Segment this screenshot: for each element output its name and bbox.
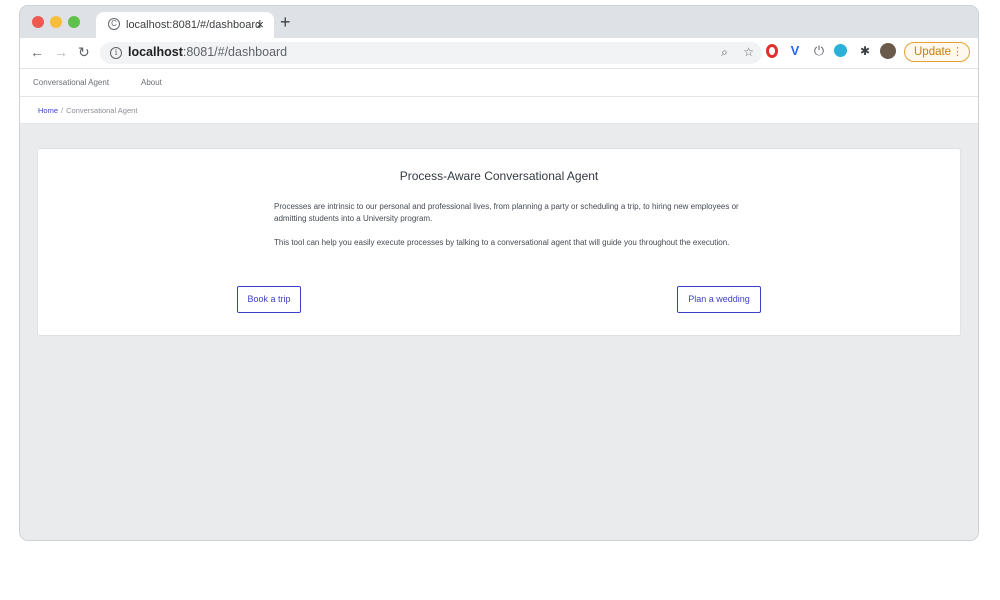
zoom-icon[interactable]: ⌕ bbox=[721, 45, 728, 59]
vivaldi-extension-icon[interactable]: V bbox=[788, 44, 802, 58]
plan-wedding-button[interactable]: Plan a wedding bbox=[677, 286, 761, 313]
blue-extension-icon[interactable] bbox=[834, 44, 847, 57]
reload-icon[interactable]: ↻ bbox=[78, 44, 90, 60]
tab-close-icon[interactable]: × bbox=[256, 17, 264, 32]
site-favicon-icon: C bbox=[108, 18, 120, 30]
browser-window: C localhost:8081/#/dashboard × + ← → ↻ i… bbox=[20, 6, 978, 540]
breadcrumb-bar: Home / Conversational Agent bbox=[20, 97, 978, 124]
new-tab-button[interactable]: + bbox=[280, 12, 291, 32]
opera-extension-icon[interactable] bbox=[766, 44, 778, 58]
nav-item-conversational-agent[interactable]: Conversational Agent bbox=[33, 78, 109, 87]
back-arrow-icon[interactable]: ← bbox=[30, 44, 44, 60]
forward-arrow-icon[interactable]: → bbox=[54, 44, 68, 60]
intro-paragraph-2: This tool can help you easily execute pr… bbox=[274, 238, 730, 247]
maximize-window-button[interactable] bbox=[68, 16, 80, 28]
site-info-icon[interactable]: i bbox=[110, 47, 122, 59]
address-bar[interactable]: i localhost:8081/#/dashboard ⌕ ☆ bbox=[100, 42, 762, 64]
breadcrumb-home-link[interactable]: Home bbox=[38, 106, 58, 115]
intro-paragraph-1: Processes are intrinsic to our personal … bbox=[274, 202, 739, 223]
extensions-puzzle-icon[interactable]: ✱ bbox=[858, 44, 872, 58]
app-navbar: Conversational Agent About bbox=[20, 69, 978, 97]
url-text[interactable]: localhost:8081/#/dashboard bbox=[128, 45, 287, 59]
page-content: Conversational Agent About Home / Conversa… bbox=[20, 69, 978, 540]
page-title: Process-Aware Conversational Agent bbox=[399, 169, 599, 183]
nav-item-about[interactable]: About bbox=[141, 78, 162, 87]
update-label: Update bbox=[914, 46, 952, 58]
browser-tab[interactable]: C localhost:8081/#/dashboard × bbox=[96, 12, 274, 38]
book-trip-button[interactable]: Book a trip bbox=[237, 286, 301, 313]
bookmark-star-icon[interactable]: ☆ bbox=[743, 45, 754, 59]
profile-avatar[interactable] bbox=[880, 43, 896, 59]
tab-bar: C localhost:8081/#/dashboard × + bbox=[20, 6, 978, 38]
more-menu-icon[interactable]: ⋮ bbox=[952, 43, 963, 61]
breadcrumb: Home / Conversational Agent bbox=[38, 106, 137, 115]
intro-card: Process-Aware Conversational Agent Proce… bbox=[37, 148, 961, 336]
close-window-button[interactable] bbox=[32, 16, 44, 28]
power-extension-icon[interactable]: ⏻ bbox=[812, 44, 826, 58]
breadcrumb-separator: / bbox=[61, 106, 64, 115]
tab-title: localhost:8081/#/dashboard bbox=[126, 19, 262, 31]
breadcrumb-current: Conversational Agent bbox=[66, 106, 138, 115]
browser-toolbar: ← → ↻ i localhost:8081/#/dashboard ⌕ ☆ V… bbox=[20, 38, 978, 69]
update-button[interactable]: Update ⋮ bbox=[904, 42, 970, 62]
minimize-window-button[interactable] bbox=[50, 16, 62, 28]
